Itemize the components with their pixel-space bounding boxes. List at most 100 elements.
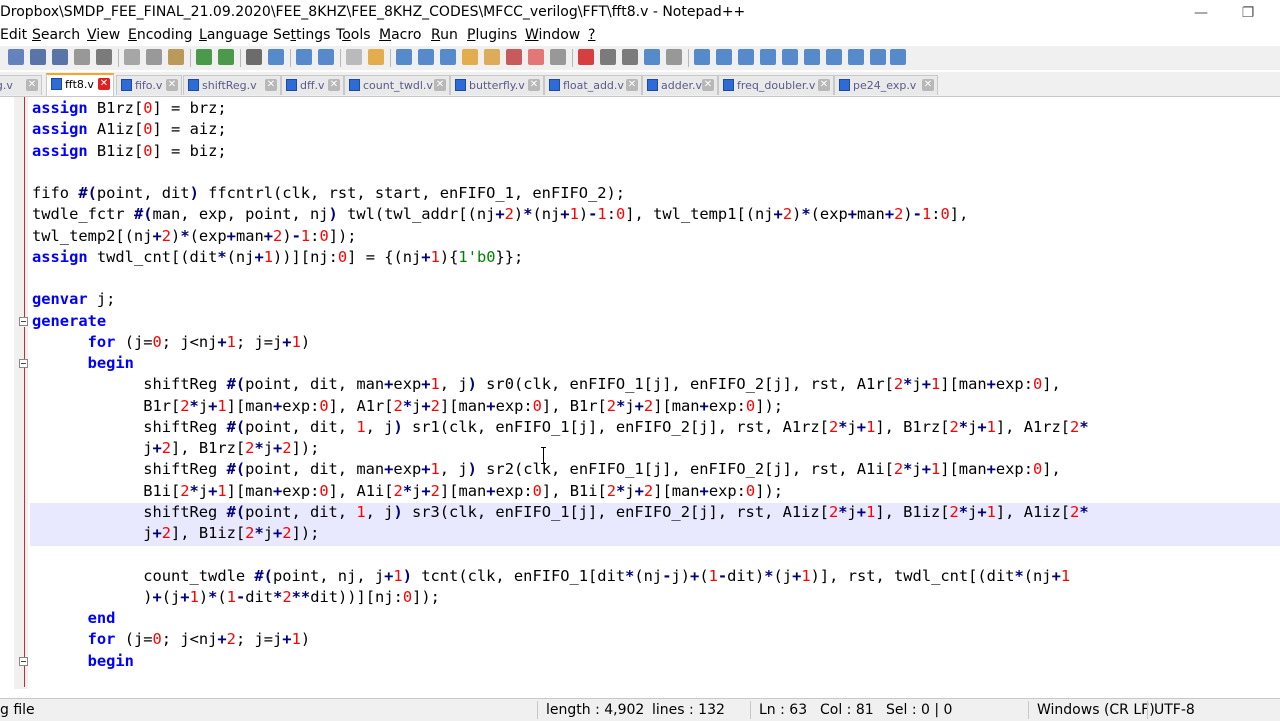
title-bar: Dropbox\SMDP_FEE_FINAL_21.09.2020\FEE_8K…: [0, 0, 1280, 26]
print-icon[interactable]: [96, 49, 112, 65]
close-tab-icon[interactable]: ✕: [626, 79, 638, 91]
folder-icon[interactable]: [528, 49, 544, 65]
new-file-icon[interactable]: [8, 49, 24, 65]
macro-icon[interactable]: [738, 49, 754, 65]
menu-item[interactable]: Window: [525, 27, 580, 43]
status-line-number: Ln : 63: [759, 702, 808, 718]
monitor-icon[interactable]: [550, 49, 566, 65]
tab-label: shiftReg.v: [202, 79, 257, 92]
sync-v-icon[interactable]: [346, 49, 362, 65]
zoom-in-icon[interactable]: [296, 49, 312, 65]
close-tab-icon[interactable]: ✕: [434, 79, 446, 91]
tab-shiftreg-v[interactable]: shiftReg.v ✕: [183, 75, 281, 95]
macro-icon[interactable]: [826, 49, 842, 65]
spellcheck-icon[interactable]: [870, 49, 886, 65]
doc-map-icon[interactable]: [484, 49, 500, 65]
tab-label: count_twdl.v: [363, 79, 433, 92]
code-line: )+(j+1)*(1-dit*2**dit))][nj:0]);: [32, 587, 440, 606]
menu-item[interactable]: Language: [199, 27, 268, 43]
paste-icon[interactable]: [168, 49, 184, 65]
menu-item[interactable]: Tools: [336, 27, 371, 43]
function-list-icon[interactable]: [506, 49, 522, 65]
zoom-out-icon[interactable]: [318, 49, 334, 65]
menu-item[interactable]: Plugins: [467, 27, 517, 43]
menu-item[interactable]: Settings: [273, 27, 330, 43]
close-tab-icon[interactable]: ✕: [922, 79, 934, 91]
fold-collapse-icon[interactable]: [19, 317, 28, 326]
menu-item[interactable]: Encoding: [128, 27, 193, 43]
save-icon[interactable]: [30, 49, 46, 65]
status-divider: [1028, 701, 1029, 719]
tab-label: fig.v: [0, 79, 13, 92]
menu-item[interactable]: Search: [32, 27, 80, 43]
close-tab-icon[interactable]: ✕: [328, 79, 340, 91]
menu-item[interactable]: Macro: [379, 27, 421, 43]
file-icon: [839, 79, 850, 91]
udl-icon[interactable]: [462, 49, 478, 65]
tab-dff-v[interactable]: dff.v ✕: [281, 75, 344, 95]
code-editor[interactable]: assign B1rz[0] = brz; assign A1iz[0] = ai…: [0, 97, 1280, 689]
redo-icon[interactable]: [218, 49, 234, 65]
close-tab-icon[interactable]: ✕: [166, 79, 178, 91]
tab-fft8-v[interactable]: fft8.v ✕: [46, 73, 114, 96]
menu-item[interactable]: View: [87, 27, 120, 43]
menu-bar: Edit Search View Encoding Language Settings To…: [0, 26, 1280, 46]
save-all-icon[interactable]: [52, 49, 68, 65]
macro-icon[interactable]: [760, 49, 776, 65]
menu-item[interactable]: ?: [588, 27, 595, 43]
save-macro-icon[interactable]: [666, 49, 682, 65]
up-icon[interactable]: [782, 49, 798, 65]
menu-item[interactable]: Run: [431, 27, 458, 43]
tab-freq-doubler-v[interactable]: freq_doubler.v ✕: [718, 75, 834, 95]
play-multiple-icon[interactable]: [644, 49, 660, 65]
close-tab-icon[interactable]: ✕: [818, 79, 830, 91]
record-icon[interactable]: [578, 49, 594, 65]
down-icon[interactable]: [804, 49, 820, 65]
undo-icon[interactable]: [196, 49, 212, 65]
tab-label: float_add.v: [563, 79, 624, 92]
status-divider: [537, 701, 538, 719]
spellcheck-toggle-icon[interactable]: [890, 49, 906, 65]
tab-butterfly-v[interactable]: butterfly.v ✕: [450, 75, 544, 95]
tab-fig-v[interactable]: fig.v ✕: [0, 75, 42, 95]
play-icon[interactable]: [622, 49, 638, 65]
toolbar-separator: [390, 49, 391, 67]
tab-count-twdl-v[interactable]: count_twdl.v ✕: [344, 75, 450, 95]
tab-adder-v[interactable]: adder.v ✕: [642, 75, 718, 95]
sync-h-icon[interactable]: [368, 49, 384, 65]
code-line: assign B1iz[0] = biz;: [32, 141, 227, 160]
find-icon[interactable]: [246, 49, 262, 65]
tab-label: pe24_exp.v: [853, 79, 917, 92]
close-tab-icon[interactable]: ✕: [702, 79, 714, 91]
copy-icon[interactable]: [146, 49, 162, 65]
minimize-button[interactable]: —: [1178, 2, 1224, 24]
status-selection: Sel : 0 | 0: [886, 702, 953, 718]
close-icon[interactable]: [74, 49, 90, 65]
close-tab-icon[interactable]: ✕: [528, 79, 540, 91]
code-line: begin: [87, 354, 134, 372]
restore-button[interactable]: ❐: [1225, 2, 1271, 24]
macro-icon[interactable]: [716, 49, 732, 65]
macro-icon[interactable]: [694, 49, 710, 65]
indent-guide-icon[interactable]: [440, 49, 456, 65]
macro-icon[interactable]: [848, 49, 864, 65]
close-tab-icon[interactable]: ✕: [98, 78, 110, 90]
window-title: Dropbox\SMDP_FEE_FINAL_21.09.2020\FEE_8K…: [0, 4, 746, 20]
wrap-icon[interactable]: [396, 49, 412, 65]
status-file-type: g file: [0, 702, 35, 718]
tab-float-add-v[interactable]: float_add.v ✕: [544, 75, 642, 95]
tab-fifo-v[interactable]: fifo.v ✕: [116, 75, 182, 95]
file-icon: [51, 78, 62, 90]
file-icon: [549, 79, 560, 91]
close-tab-icon[interactable]: ✕: [26, 79, 38, 91]
all-chars-icon[interactable]: [418, 49, 434, 65]
status-encoding: UTF-8: [1154, 702, 1195, 718]
fold-collapse-icon[interactable]: [19, 657, 28, 666]
menu-item[interactable]: Edit: [0, 27, 27, 43]
fold-collapse-icon[interactable]: [19, 359, 28, 368]
tab-pe24-exp-v[interactable]: pe24_exp.v ✕: [834, 75, 938, 95]
cut-icon[interactable]: [124, 49, 140, 65]
close-tab-icon[interactable]: ✕: [265, 79, 277, 91]
stop-icon[interactable]: [600, 49, 616, 65]
replace-icon[interactable]: [268, 49, 284, 65]
